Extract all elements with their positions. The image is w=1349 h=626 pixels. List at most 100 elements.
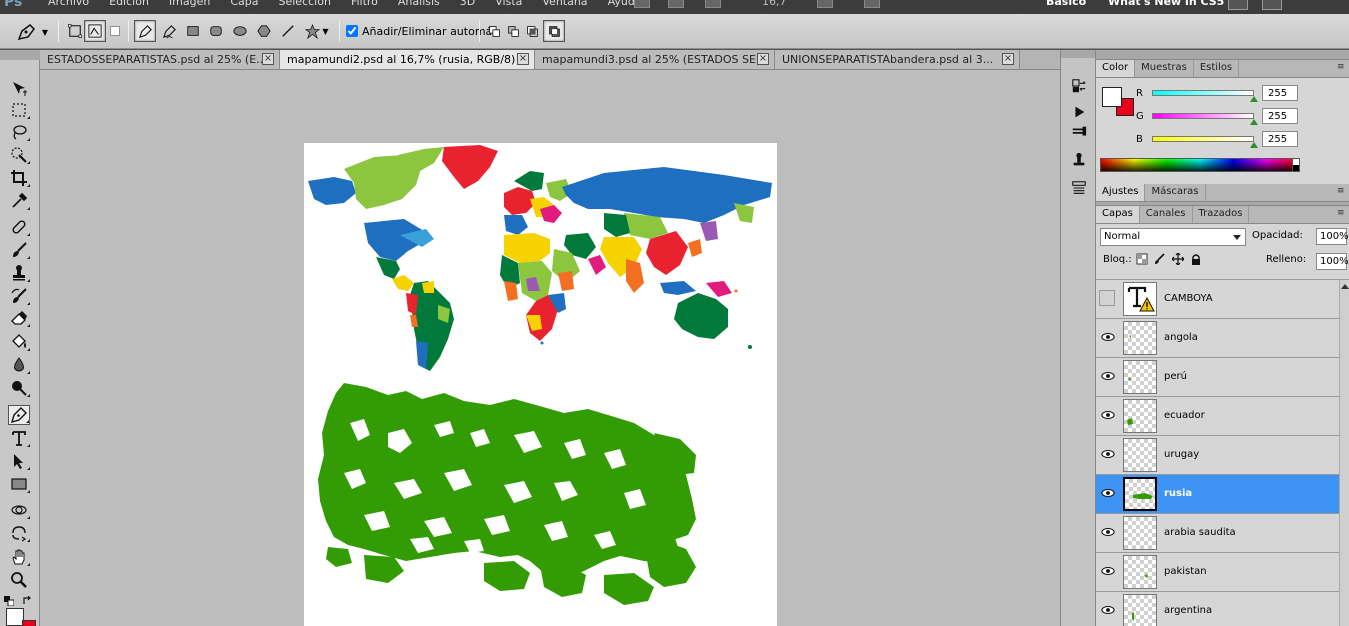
- panel-menu-icon[interactable]: ≡: [1337, 209, 1347, 219]
- crop-tool[interactable]: [8, 168, 30, 188]
- dock-grip[interactable]: [1061, 50, 1095, 58]
- auto-add-delete-checkbox[interactable]: [346, 25, 358, 37]
- eyedropper-tool[interactable]: [8, 191, 30, 211]
- tab-mapamundi3[interactable]: mapamundi3.psd al 25% (ESTADOS SE... ×: [535, 50, 775, 69]
- close-icon[interactable]: ×: [517, 53, 529, 65]
- intersect-path-area-button[interactable]: [521, 20, 543, 42]
- view-extras-icon[interactable]: [705, 0, 721, 8]
- tab-estilos[interactable]: Estilos: [1194, 60, 1240, 77]
- workspace-basic[interactable]: Básico: [1046, 0, 1086, 8]
- rectangle-shape-button[interactable]: [182, 20, 204, 42]
- menu-filtro[interactable]: Filtro: [351, 0, 378, 8]
- tab-muestras[interactable]: Muestras: [1135, 60, 1194, 77]
- close-icon[interactable]: ×: [262, 53, 274, 65]
- layer-name[interactable]: argentina: [1164, 605, 1212, 616]
- menu-analisis[interactable]: Análisis: [398, 0, 440, 8]
- eye-icon[interactable]: [1100, 563, 1116, 579]
- default-colors-icon[interactable]: [4, 596, 15, 607]
- tools-panel-grip[interactable]: [0, 50, 40, 60]
- menu-3d[interactable]: 3D: [460, 0, 475, 8]
- layer-ecuador[interactable]: ecuador: [1096, 397, 1349, 436]
- foreground-color[interactable]: [1102, 87, 1122, 107]
- menu-imagen[interactable]: Imagen: [169, 0, 210, 8]
- slider-thumb-icon[interactable]: [1250, 142, 1258, 148]
- blue-value-field[interactable]: 255: [1262, 131, 1298, 147]
- exclude-overlap-button[interactable]: [543, 20, 565, 42]
- ellipse-button[interactable]: [229, 20, 251, 42]
- hand-tool[interactable]: [8, 547, 30, 567]
- menu-seleccion[interactable]: Selección: [279, 0, 331, 8]
- brush-panel-icon[interactable]: [1069, 122, 1089, 142]
- slider-thumb-icon[interactable]: [1250, 96, 1258, 102]
- layer-name[interactable]: urugay: [1164, 449, 1199, 460]
- path-selection-tool[interactable]: [8, 451, 30, 471]
- layers-scrollbar[interactable]: [1339, 280, 1349, 626]
- minibridge-icon[interactable]: [668, 0, 684, 8]
- tab-ajustes[interactable]: Ajustes: [1096, 184, 1146, 201]
- brush-tool[interactable]: [8, 240, 30, 260]
- paint-bucket-tool[interactable]: [8, 332, 30, 352]
- shape-layers-button[interactable]: [64, 20, 86, 42]
- tab-canales[interactable]: Canales: [1140, 206, 1193, 223]
- visibility-toggle[interactable]: [1099, 290, 1115, 306]
- swap-colors-icon[interactable]: [22, 595, 34, 606]
- layer-urugay[interactable]: urugay: [1096, 436, 1349, 475]
- menu-vista[interactable]: Vista: [495, 0, 522, 8]
- character-panel-icon[interactable]: [1069, 178, 1089, 198]
- layer-arabia-saudita[interactable]: arabia saudita: [1096, 514, 1349, 553]
- panel-group-grip[interactable]: [1096, 50, 1349, 60]
- tab-capas[interactable]: Capas: [1096, 206, 1140, 223]
- menu-capa[interactable]: Capa: [230, 0, 258, 8]
- lock-transparent-pixels-icon[interactable]: [1136, 253, 1148, 265]
- workspace-whats-new[interactable]: What's New in CS5: [1108, 0, 1224, 8]
- color-spectrum-bar[interactable]: [1100, 158, 1300, 172]
- blue-slider[interactable]: [1152, 136, 1258, 148]
- green-slider[interactable]: [1152, 113, 1258, 125]
- screen-mode-icon[interactable]: [864, 0, 880, 8]
- eye-icon[interactable]: [1100, 524, 1116, 540]
- tab-mascaras[interactable]: Máscaras: [1145, 184, 1206, 201]
- layer-name[interactable]: ecuador: [1164, 410, 1205, 421]
- layer-name[interactable]: arabia saudita: [1164, 527, 1236, 538]
- blur-tool[interactable]: [8, 355, 30, 375]
- layer-peru[interactable]: perú: [1096, 358, 1349, 397]
- eye-icon[interactable]: [1100, 485, 1116, 501]
- eye-icon[interactable]: [1100, 446, 1116, 462]
- eye-icon[interactable]: [1100, 407, 1116, 423]
- black-white-swatch[interactable]: [1292, 158, 1300, 172]
- lock-all-icon[interactable]: [1190, 253, 1202, 265]
- tab-trazados[interactable]: Trazados: [1193, 206, 1250, 223]
- tab-estadosseparatistas[interactable]: ESTADOSSEPARATISTAS.psd al 25% (E... ×: [40, 50, 280, 69]
- canvas-area[interactable]: [40, 70, 1060, 626]
- actions-panel-icon[interactable]: [1069, 102, 1089, 122]
- eye-icon[interactable]: [1100, 602, 1116, 618]
- move-tool[interactable]: [8, 78, 30, 98]
- layer-name[interactable]: CAMBOYA: [1164, 293, 1213, 304]
- marquee-tool[interactable]: [8, 100, 30, 120]
- type-tool[interactable]: [8, 428, 30, 448]
- arrange-documents-icon[interactable]: [817, 0, 833, 8]
- red-value-field[interactable]: 255: [1262, 85, 1298, 101]
- layer-camboya[interactable]: CAMBOYA: [1096, 280, 1349, 319]
- freeform-pen-button[interactable]: [158, 20, 180, 42]
- menu-archivo[interactable]: Archivo: [48, 0, 89, 8]
- 3d-rotate-tool[interactable]: [8, 500, 30, 520]
- rounded-rectangle-button[interactable]: [205, 20, 227, 42]
- layer-rusia[interactable]: rusia: [1096, 475, 1349, 514]
- tab-color[interactable]: Color: [1096, 60, 1136, 77]
- pen-tool[interactable]: [8, 405, 30, 425]
- layer-angola[interactable]: angola: [1096, 319, 1349, 358]
- blend-mode-select[interactable]: Normal: [1100, 228, 1246, 246]
- close-icon[interactable]: ×: [1002, 53, 1014, 65]
- menu-edicion[interactable]: Edición: [109, 0, 149, 8]
- history-brush-tool[interactable]: [8, 286, 30, 306]
- document-canvas[interactable]: [304, 143, 777, 626]
- workspace-more-icon[interactable]: [1228, 0, 1248, 10]
- panel-menu-icon[interactable]: ≡: [1337, 63, 1347, 73]
- layer-name[interactable]: perú: [1164, 371, 1187, 382]
- 3d-orbit-tool[interactable]: [8, 523, 30, 543]
- slider-thumb-icon[interactable]: [1250, 119, 1258, 125]
- line-button[interactable]: [277, 20, 299, 42]
- rectangle-tool[interactable]: [8, 474, 30, 494]
- fill-field[interactable]: 100%: [1316, 253, 1349, 270]
